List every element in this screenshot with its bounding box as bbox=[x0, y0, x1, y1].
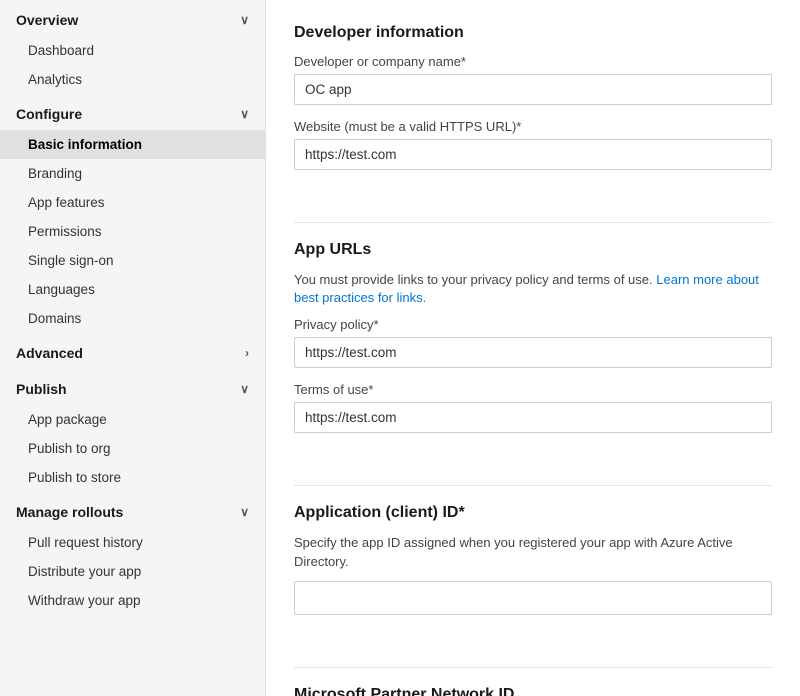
terms-of-use-label: Terms of use* bbox=[294, 382, 772, 397]
chevron-advanced-icon: › bbox=[245, 346, 249, 360]
client-id-title: Application (client) ID* bbox=[294, 504, 772, 522]
sidebar-item-dashboard[interactable]: Dashboard bbox=[0, 36, 265, 65]
sidebar: Overview ∨ DashboardAnalytics Configure ∨ Bas… bbox=[0, 0, 266, 696]
chevron-configure-icon: ∨ bbox=[240, 107, 249, 121]
main-content: Developer information Developer or compa… bbox=[266, 0, 800, 696]
app-urls-description: You must provide links to your privacy p… bbox=[294, 271, 772, 307]
sidebar-section-label-publish: Publish bbox=[16, 381, 67, 397]
client-id-description: Specify the app ID assigned when you reg… bbox=[294, 534, 772, 570]
sidebar-item-app-package[interactable]: App package bbox=[0, 405, 265, 434]
developer-information-section: Developer information Developer or compa… bbox=[294, 24, 772, 194]
sidebar-section-manage-rollouts[interactable]: Manage rollouts ∨ bbox=[0, 492, 265, 528]
sidebar-item-distribute-your-app[interactable]: Distribute your app bbox=[0, 557, 265, 586]
sidebar-item-app-features[interactable]: App features bbox=[0, 188, 265, 217]
website-label: Website (must be a valid HTTPS URL)* bbox=[294, 119, 772, 134]
mpn-title: Microsoft Partner Network ID bbox=[294, 686, 772, 696]
sidebar-item-domains[interactable]: Domains bbox=[0, 304, 265, 333]
sidebar-item-withdraw-your-app[interactable]: Withdraw your app bbox=[0, 586, 265, 615]
sidebar-section-label-configure: Configure bbox=[16, 106, 82, 122]
sidebar-item-permissions[interactable]: Permissions bbox=[0, 217, 265, 246]
divider-2 bbox=[294, 485, 772, 486]
sidebar-item-languages[interactable]: Languages bbox=[0, 275, 265, 304]
developer-information-title: Developer information bbox=[294, 24, 772, 42]
company-name-label: Developer or company name* bbox=[294, 54, 772, 69]
sidebar-section-overview[interactable]: Overview ∨ bbox=[0, 0, 265, 36]
privacy-policy-input[interactable] bbox=[294, 337, 772, 368]
mpn-section: Microsoft Partner Network ID If you're p… bbox=[294, 686, 772, 696]
terms-of-use-input[interactable] bbox=[294, 402, 772, 433]
client-id-input[interactable] bbox=[294, 581, 772, 615]
sidebar-section-label-overview: Overview bbox=[16, 12, 78, 28]
sidebar-item-publish-to-store[interactable]: Publish to store bbox=[0, 463, 265, 492]
client-id-section: Application (client) ID* Specify the app… bbox=[294, 504, 772, 638]
sidebar-item-single-sign-on[interactable]: Single sign-on bbox=[0, 246, 265, 275]
sidebar-item-basic-information[interactable]: Basic information bbox=[0, 130, 265, 159]
sidebar-section-advanced[interactable]: Advanced › bbox=[0, 333, 265, 369]
chevron-publish-icon: ∨ bbox=[240, 382, 249, 396]
app-urls-title: App URLs bbox=[294, 241, 772, 259]
chevron-manage-rollouts-icon: ∨ bbox=[240, 505, 249, 519]
sidebar-section-configure[interactable]: Configure ∨ bbox=[0, 94, 265, 130]
chevron-overview-icon: ∨ bbox=[240, 13, 249, 27]
sidebar-section-publish[interactable]: Publish ∨ bbox=[0, 369, 265, 405]
sidebar-item-analytics[interactable]: Analytics bbox=[0, 65, 265, 94]
divider-3 bbox=[294, 667, 772, 668]
sidebar-item-branding[interactable]: Branding bbox=[0, 159, 265, 188]
sidebar-section-label-manage-rollouts: Manage rollouts bbox=[16, 504, 123, 520]
app-urls-section: App URLs You must provide links to your … bbox=[294, 241, 772, 457]
company-name-input[interactable] bbox=[294, 74, 772, 105]
sidebar-section-label-advanced: Advanced bbox=[16, 345, 83, 361]
sidebar-item-publish-to-org[interactable]: Publish to org bbox=[0, 434, 265, 463]
website-input[interactable] bbox=[294, 139, 772, 170]
divider-1 bbox=[294, 222, 772, 223]
sidebar-item-pull-request-history[interactable]: Pull request history bbox=[0, 528, 265, 557]
privacy-policy-label: Privacy policy* bbox=[294, 317, 772, 332]
